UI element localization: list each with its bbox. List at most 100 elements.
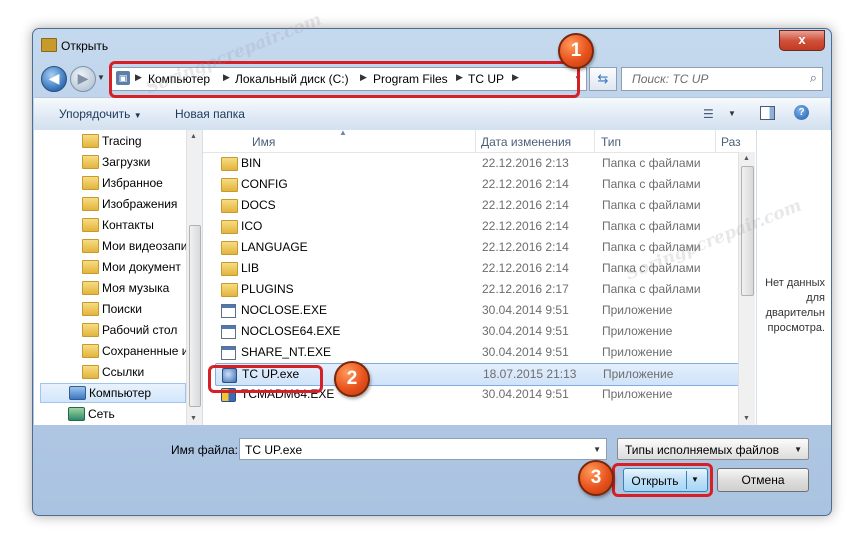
file-list-scrollbar[interactable]: ▲ ▼ bbox=[738, 152, 755, 425]
sidebar-item-computer[interactable]: Компьютер bbox=[40, 383, 186, 403]
folder-icon bbox=[82, 239, 99, 253]
filter-chevron-down-icon: ▼ bbox=[794, 445, 802, 454]
file-date: 22.12.2016 2:13 bbox=[482, 156, 569, 170]
folder-icon bbox=[82, 365, 99, 379]
file-type-filter-select[interactable]: Типы исполняемых файлов ▼ bbox=[617, 438, 809, 460]
cancel-button[interactable]: Отмена bbox=[717, 468, 809, 492]
back-button[interactable]: ◀ bbox=[41, 66, 67, 92]
folder-icon bbox=[82, 155, 99, 169]
file-date: 30.04.2014 9:51 bbox=[482, 324, 569, 338]
table-row[interactable]: NOCLOSE.EXE 30.04.2014 9:51 Приложение bbox=[215, 300, 741, 321]
view-details-icon[interactable]: ☰ bbox=[703, 107, 714, 121]
folder-icon bbox=[221, 199, 238, 213]
sidebar-item-label: Мои видеозапи bbox=[102, 239, 188, 253]
callout-badge-1: 1 bbox=[558, 33, 594, 69]
file-date: 22.12.2016 2:14 bbox=[482, 219, 569, 233]
file-date: 22.12.2016 2:17 bbox=[482, 282, 569, 296]
file-date: 22.12.2016 2:14 bbox=[482, 177, 569, 191]
file-type: Приложение bbox=[602, 387, 673, 401]
navigation-scrollbar[interactable]: ▲ ▼ bbox=[186, 130, 202, 425]
view-chevron-down-icon[interactable]: ▼ bbox=[728, 109, 736, 118]
new-folder-button[interactable]: Новая папка bbox=[175, 107, 245, 121]
search-placeholder: Поиск: TC UP bbox=[632, 72, 709, 86]
file-name: LIB bbox=[241, 261, 260, 275]
close-button[interactable]: x bbox=[779, 30, 825, 51]
dialog-folder-icon bbox=[41, 38, 57, 52]
table-row[interactable]: SHARE_NT.EXE 30.04.2014 9:51 Приложение bbox=[215, 342, 741, 363]
column-header-type[interactable]: Тип bbox=[601, 135, 621, 149]
table-row[interactable]: LIB 22.12.2016 2:14 Папка с файлами bbox=[215, 258, 741, 279]
preview-line: просмотра. bbox=[767, 322, 825, 334]
file-type: Приложение bbox=[602, 303, 673, 317]
table-row[interactable]: LANGUAGE 22.12.2016 2:14 Папка с файлами bbox=[215, 237, 741, 258]
main-content: Tracing Загрузки Избранное Изображения К… bbox=[34, 130, 831, 425]
folder-icon bbox=[221, 283, 238, 297]
file-type: Приложение bbox=[602, 345, 673, 359]
scrollbar-thumb[interactable] bbox=[189, 225, 201, 407]
organize-button[interactable]: Упорядочить ▼ bbox=[59, 107, 142, 121]
folder-icon bbox=[82, 176, 99, 190]
column-divider[interactable] bbox=[715, 130, 716, 152]
sidebar-item-downloads[interactable]: Загрузки bbox=[80, 152, 184, 172]
file-type: Папка с файлами bbox=[602, 219, 701, 233]
sidebar-item-images[interactable]: Изображения bbox=[80, 194, 184, 214]
column-divider[interactable] bbox=[594, 130, 595, 152]
file-name: NOCLOSE64.EXE bbox=[241, 324, 341, 338]
table-row[interactable]: ICO 22.12.2016 2:14 Папка с файлами bbox=[215, 216, 741, 237]
table-row[interactable]: DOCS 22.12.2016 2:14 Папка с файлами bbox=[215, 195, 741, 216]
scroll-up-arrow-icon[interactable]: ▲ bbox=[190, 133, 197, 140]
sidebar-item-saved-games[interactable]: Сохраненные и bbox=[80, 341, 188, 361]
forward-button[interactable]: ▶ bbox=[70, 66, 96, 92]
file-date: 22.12.2016 2:14 bbox=[482, 198, 569, 212]
table-row[interactable]: NOCLOSE64.EXE 30.04.2014 9:51 Приложение bbox=[215, 321, 741, 342]
sidebar-item-searches[interactable]: Поиски bbox=[80, 299, 184, 319]
network-icon bbox=[68, 407, 85, 421]
filename-chevron-down-icon[interactable]: ▼ bbox=[593, 445, 601, 454]
preview-pane-icon[interactable] bbox=[760, 106, 775, 120]
preview-pane: Нет данных для дварительн просмотра. bbox=[756, 130, 831, 425]
sidebar-item-favorites[interactable]: Избранное bbox=[80, 173, 184, 193]
folder-icon bbox=[82, 281, 99, 295]
scroll-up-arrow-icon[interactable]: ▲ bbox=[743, 155, 750, 162]
search-input[interactable]: Поиск: TC UP ⌕ bbox=[621, 67, 823, 91]
table-row[interactable]: PLUGINS 22.12.2016 2:17 Папка с файлами bbox=[215, 279, 741, 300]
preview-line: Нет данных bbox=[765, 277, 825, 289]
file-type: Папка с файлами bbox=[602, 177, 701, 191]
file-date: 22.12.2016 2:14 bbox=[482, 261, 569, 275]
refresh-button[interactable]: ⇆ bbox=[589, 67, 617, 91]
sidebar-item-contacts[interactable]: Контакты bbox=[80, 215, 184, 235]
window-title: Открыть bbox=[61, 39, 109, 53]
scroll-down-arrow-icon[interactable]: ▼ bbox=[190, 415, 197, 422]
column-header-size[interactable]: Раз bbox=[721, 135, 741, 149]
sidebar-item-desktop[interactable]: Рабочий стол bbox=[80, 320, 184, 340]
scroll-down-arrow-icon[interactable]: ▼ bbox=[743, 415, 750, 422]
table-row[interactable]: CONFIG 22.12.2016 2:14 Папка с файлами bbox=[215, 174, 741, 195]
column-header-name[interactable]: Имя bbox=[252, 135, 275, 149]
scrollbar-thumb[interactable] bbox=[741, 166, 754, 296]
column-header-date[interactable]: Дата изменения bbox=[481, 135, 571, 149]
sidebar-item-documents[interactable]: Мои документ bbox=[80, 257, 184, 277]
title-bar[interactable]: Открыть x bbox=[33, 29, 831, 59]
search-icon[interactable]: ⌕ bbox=[810, 70, 817, 86]
file-type: Папка с файлами bbox=[602, 282, 701, 296]
filename-field[interactable]: TC UP.exe ▼ bbox=[239, 438, 607, 460]
sidebar-item-network[interactable]: Сеть bbox=[40, 404, 184, 424]
table-row[interactable]: BIN 22.12.2016 2:13 Папка с файлами bbox=[215, 153, 741, 174]
callout-highlight-open-button bbox=[612, 463, 713, 497]
sidebar-item-label: Мои документ bbox=[102, 260, 181, 274]
column-divider[interactable] bbox=[475, 130, 476, 152]
sidebar-item-label: Избранное bbox=[102, 176, 163, 190]
sidebar-item-videos[interactable]: Мои видеозапи bbox=[80, 236, 188, 256]
recent-locations-chevron-down-icon[interactable]: ▼ bbox=[97, 73, 105, 82]
folder-icon bbox=[221, 220, 238, 234]
filename-value: TC UP.exe bbox=[245, 443, 303, 457]
sidebar-item-tracing[interactable]: Tracing bbox=[80, 131, 184, 151]
chevron-down-icon: ▼ bbox=[133, 111, 142, 120]
application-icon bbox=[221, 346, 236, 360]
file-name: PLUGINS bbox=[241, 282, 294, 296]
open-file-dialog: Открыть x ◀ ▶ ▼ ▣ ▶ Компьютер ▶ Локальны… bbox=[32, 28, 832, 516]
sidebar-item-links[interactable]: Ссылки bbox=[80, 362, 184, 382]
sidebar-item-music[interactable]: Моя музыка bbox=[80, 278, 184, 298]
help-icon[interactable]: ? bbox=[794, 105, 809, 120]
computer-icon bbox=[69, 386, 86, 400]
